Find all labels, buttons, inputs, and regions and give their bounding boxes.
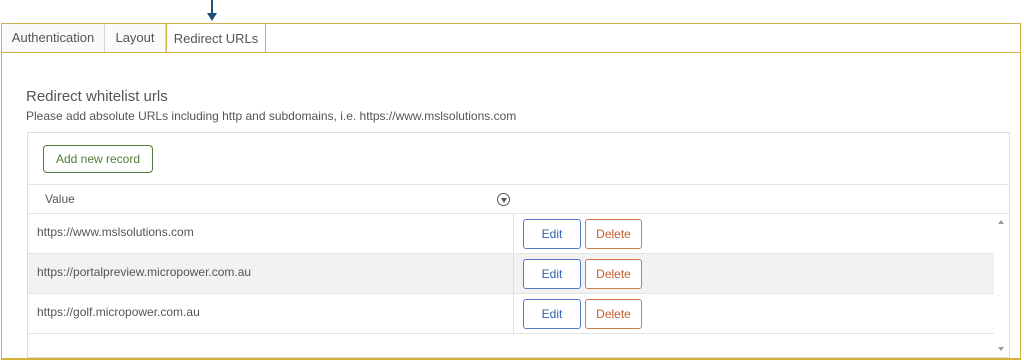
add-new-record-button[interactable]: Add new record bbox=[43, 145, 153, 173]
tab-redirect-urls[interactable]: Redirect URLs bbox=[166, 23, 266, 52]
url-value: https://portalpreview.micropower.com.au bbox=[37, 265, 252, 279]
vertical-scrollbar[interactable] bbox=[994, 214, 1009, 357]
table-row: https://portalpreview.micropower.com.au … bbox=[28, 254, 995, 294]
tab-authentication[interactable]: Authentication bbox=[2, 24, 105, 52]
grid-toolbar: Add new record bbox=[28, 133, 1009, 185]
table-row: https://golf.micropower.com.au Edit Dele… bbox=[28, 294, 995, 334]
edit-button[interactable]: Edit bbox=[523, 219, 581, 249]
column-divider bbox=[513, 254, 514, 293]
section-heading: Redirect whitelist urls bbox=[26, 88, 168, 105]
delete-button[interactable]: Delete bbox=[585, 259, 642, 289]
column-divider bbox=[513, 294, 514, 333]
delete-button[interactable]: Delete bbox=[585, 299, 642, 329]
delete-button[interactable]: Delete bbox=[585, 219, 642, 249]
tab-bar: Authentication Layout Redirect URLs bbox=[2, 23, 1020, 53]
table-row: https://www.mslsolutions.com Edit Delete bbox=[28, 214, 995, 254]
grid-header: Value bbox=[28, 185, 1009, 214]
scroll-up-icon[interactable] bbox=[998, 220, 1004, 224]
edit-button[interactable]: Edit bbox=[523, 299, 581, 329]
column-divider bbox=[513, 214, 514, 253]
url-value: https://golf.micropower.com.au bbox=[37, 305, 200, 319]
redirect-url-grid: Add new record Value https://www.mslsolu… bbox=[27, 132, 1010, 358]
scroll-down-icon[interactable] bbox=[998, 347, 1004, 351]
settings-panel: Authentication Layout Redirect URLs Redi… bbox=[1, 23, 1021, 360]
section-description: Please add absolute URLs including http … bbox=[26, 109, 517, 123]
edit-button[interactable]: Edit bbox=[523, 259, 581, 289]
arrow-down-icon bbox=[207, 0, 217, 21]
url-value: https://www.mslsolutions.com bbox=[37, 225, 194, 239]
filter-icon[interactable] bbox=[497, 193, 510, 206]
tab-layout[interactable]: Layout bbox=[105, 24, 166, 52]
column-header-value[interactable]: Value bbox=[45, 192, 75, 206]
grid-rows: https://www.mslsolutions.com Edit Delete… bbox=[28, 214, 995, 334]
